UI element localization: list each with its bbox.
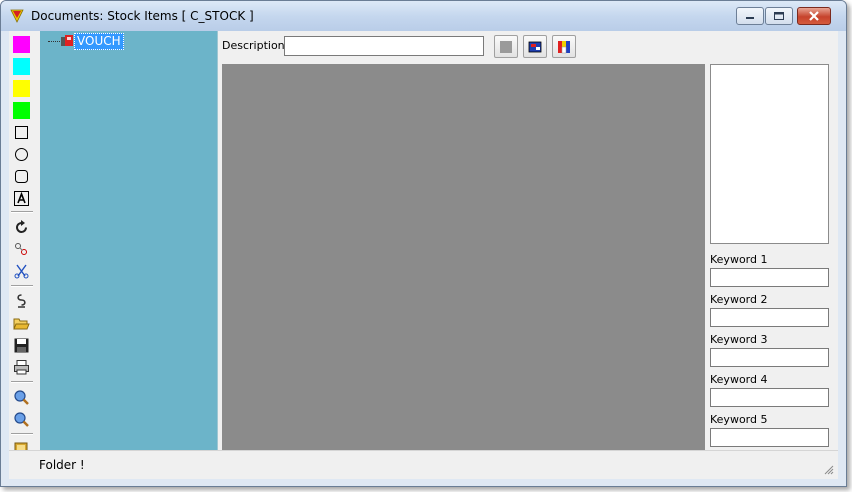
save-icon[interactable] — [13, 337, 30, 354]
scan-icon[interactable] — [13, 293, 30, 310]
color-blocks-button[interactable] — [552, 35, 576, 58]
rectangle-tool-icon[interactable] — [13, 124, 30, 141]
keyword-5-label: Keyword 5 — [710, 413, 768, 426]
ellipse-tool-icon[interactable] — [13, 146, 30, 163]
status-bar: Folder ! — [9, 450, 838, 479]
thumbnail-preview — [710, 64, 829, 244]
window-title: Documents: Stock Items [ C_STOCK ] — [31, 9, 254, 23]
keyword-3-input[interactable] — [710, 348, 829, 367]
maximize-icon — [774, 12, 784, 20]
title-bar[interactable]: Documents: Stock Items [ C_STOCK ] — [1, 1, 846, 31]
maximize-button[interactable] — [765, 7, 793, 25]
status-text: Folder ! — [39, 458, 85, 472]
toolbar-separator — [11, 285, 33, 287]
description-label: Description: — [222, 39, 289, 52]
keyword-1-label: Keyword 1 — [710, 253, 768, 266]
client-area: VOUCH Description: Keyword 1 Keyword 2 K… — [9, 31, 838, 450]
documents-window: Documents: Stock Items [ C_STOCK ] VOUCH… — [0, 0, 847, 487]
gray-square-button[interactable] — [494, 35, 518, 58]
keyword-5-input[interactable] — [710, 428, 829, 447]
tree-item-label[interactable]: VOUCH — [74, 33, 124, 50]
document-folder-icon — [61, 34, 74, 47]
drawing-toolbar — [9, 31, 36, 450]
resize-grip-icon[interactable] — [822, 463, 834, 475]
rounded-rectangle-tool-icon[interactable] — [13, 168, 30, 185]
text-tool-icon[interactable] — [13, 190, 30, 207]
cyan-color-swatch[interactable] — [13, 58, 30, 75]
close-icon — [809, 11, 819, 21]
rotate-icon[interactable] — [13, 219, 30, 236]
magenta-color-swatch[interactable] — [13, 36, 30, 53]
green-color-swatch[interactable] — [13, 102, 30, 119]
close-button[interactable] — [797, 7, 831, 25]
flag-image-button[interactable] — [523, 35, 547, 58]
description-input[interactable] — [284, 36, 484, 56]
print-icon[interactable] — [13, 359, 30, 376]
yellow-color-swatch[interactable] — [13, 80, 30, 97]
toolbar-separator — [11, 211, 33, 213]
color-blocks-icon — [558, 41, 570, 54]
image-canvas[interactable] — [222, 64, 705, 450]
zoom-out-icon[interactable] — [13, 411, 30, 428]
keyword-4-input[interactable] — [710, 388, 829, 407]
tree-connector — [48, 41, 62, 42]
folder-tree[interactable]: VOUCH — [40, 31, 218, 450]
minimize-icon — [746, 17, 754, 19]
keyword-2-input[interactable] — [710, 308, 829, 327]
keyword-1-input[interactable] — [710, 268, 829, 287]
keyword-4-label: Keyword 4 — [710, 373, 768, 386]
hotspot-link-icon[interactable] — [13, 241, 30, 258]
toolbar-separator — [11, 381, 33, 383]
keyword-3-label: Keyword 3 — [710, 333, 768, 346]
cut-icon[interactable] — [13, 263, 30, 280]
open-folder-icon[interactable] — [13, 315, 30, 332]
keyword-2-label: Keyword 2 — [710, 293, 768, 306]
flag-image-icon — [528, 41, 542, 53]
toolbar-separator — [11, 433, 33, 435]
gray-square-icon — [500, 41, 512, 53]
app-icon — [10, 9, 24, 23]
folder-icon[interactable] — [13, 441, 30, 450]
zoom-in-icon[interactable] — [13, 389, 30, 406]
minimize-button[interactable] — [736, 7, 764, 25]
